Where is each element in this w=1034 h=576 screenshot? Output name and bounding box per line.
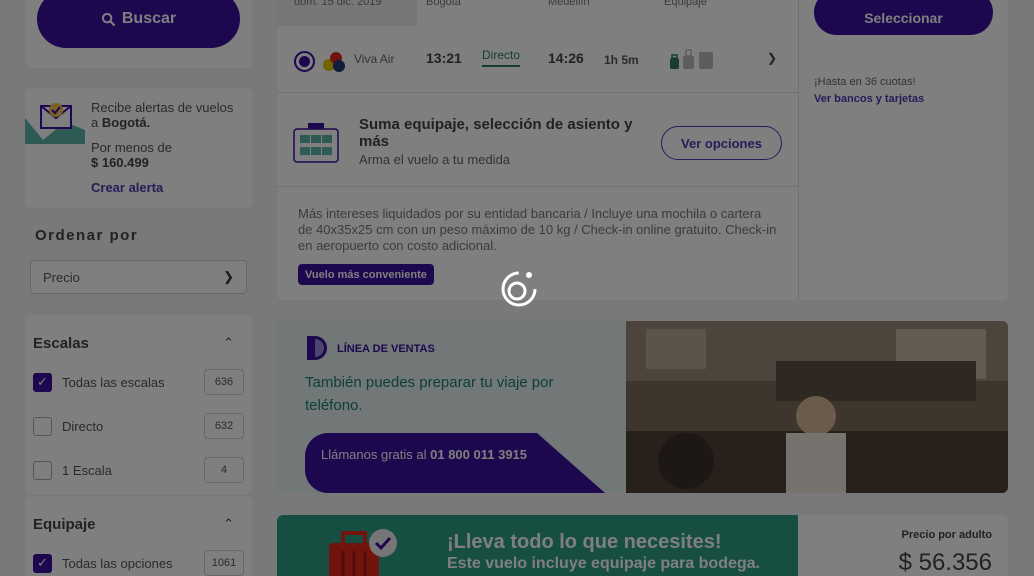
loading-spinner-icon bbox=[501, 271, 537, 307]
